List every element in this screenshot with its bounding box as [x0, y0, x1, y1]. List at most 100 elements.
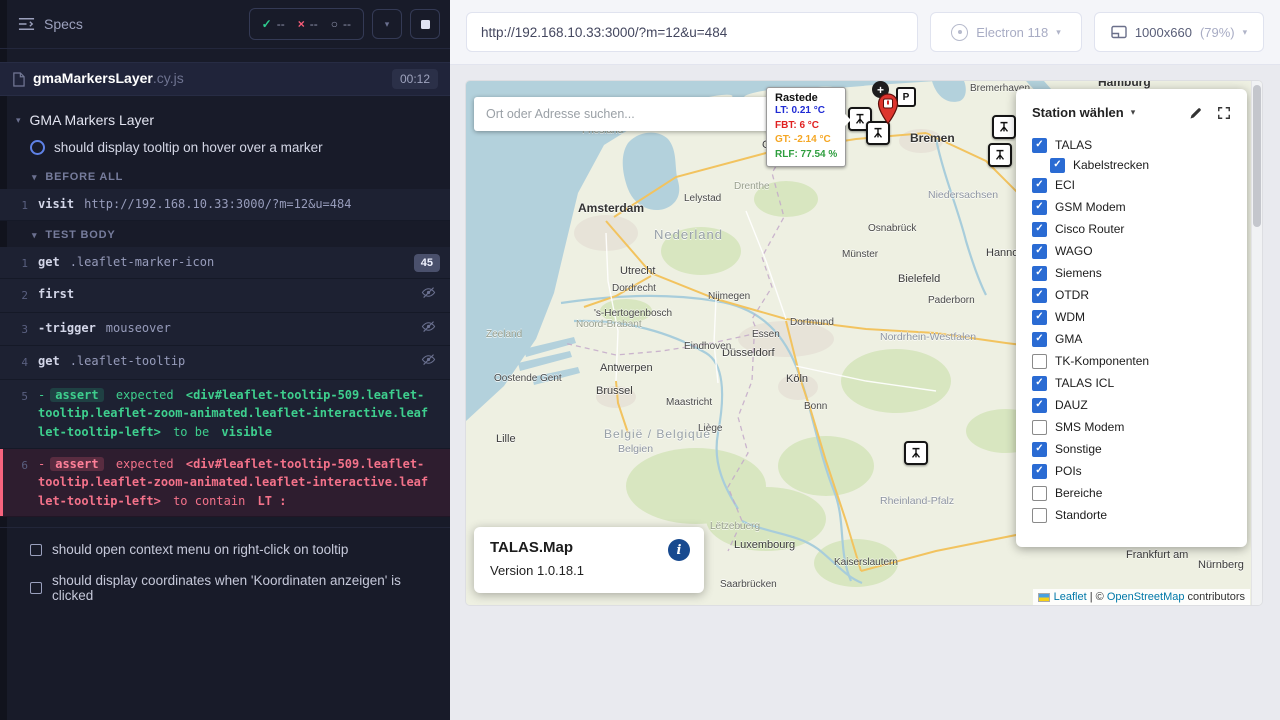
map-label: Essen — [752, 329, 780, 340]
test-context-menu[interactable]: should open context menu on right-click … — [0, 534, 450, 565]
marker-tooltip[interactable]: Rastede LT: 0.21 °C FBT: 6 °C GT: -2.14 … — [766, 87, 846, 167]
layer-checkbox-pois[interactable]: POIs — [1032, 460, 1231, 482]
layer-checkbox-sonstige[interactable]: Sonstige — [1032, 438, 1231, 460]
map-label: Niedersachsen — [928, 189, 998, 201]
command-visit[interactable]: 1 visit http://192.168.10.33:3000/?m=12&… — [0, 189, 450, 221]
test-should-display-tooltip[interactable]: should display tooltip on hover over a m… — [0, 134, 450, 163]
specs-label: Specs — [44, 16, 83, 32]
checkbox-icon[interactable] — [1032, 486, 1047, 501]
checkbox-icon[interactable] — [1032, 464, 1047, 479]
command-first[interactable]: 2 first — [0, 279, 450, 313]
edit-pencil-icon[interactable] — [1189, 106, 1203, 120]
spec-extension: .cy.js — [153, 70, 184, 86]
runner-toolbar: Specs ✓ -- × -- ○ -- — [0, 0, 450, 49]
command-get-marker-icon[interactable]: 1 get .leaflet-marker-icon 45 — [0, 247, 450, 279]
tooltip-value-lt: LT: 0.21 °C — [775, 104, 837, 119]
viewport-size: 1000x660 — [1135, 25, 1192, 40]
viewport-icon — [1111, 25, 1127, 40]
layer-checkbox-eci[interactable]: ECI — [1032, 174, 1231, 196]
running-spinner-icon — [30, 140, 45, 155]
info-icon[interactable]: i — [668, 539, 690, 561]
checkbox-icon[interactable] — [1032, 376, 1047, 391]
checkbox-icon[interactable] — [1032, 222, 1047, 237]
station-marker[interactable] — [904, 441, 928, 465]
section-before-all[interactable]: ▾ BEFORE ALL — [0, 163, 450, 189]
browser-selector[interactable]: Electron 118 ▾ — [930, 12, 1082, 52]
station-tower-icon — [909, 446, 923, 460]
leaflet-link[interactable]: Leaflet — [1054, 591, 1087, 603]
stop-run-button[interactable] — [410, 9, 440, 39]
layer-checkbox-gma[interactable]: GMA — [1032, 328, 1231, 350]
layer-checkbox-tk-komponenten[interactable]: TK-Komponenten — [1032, 350, 1231, 372]
map-label: Dordrecht — [612, 283, 656, 294]
fullscreen-icon[interactable] — [1217, 106, 1231, 120]
layer-checkbox-cisco-router[interactable]: Cisco Router — [1032, 218, 1231, 240]
map-attribution: Leaflet | © OpenStreetMap contributors — [1033, 589, 1250, 605]
map-label: Zeeland — [486, 329, 522, 340]
collapse-all-button[interactable]: ▾ — [372, 9, 402, 39]
suite-title: GMA Markers Layer — [30, 112, 154, 128]
chevron-down-icon[interactable]: ▾ — [1131, 108, 1136, 117]
red-pin-icon — [876, 93, 900, 125]
map-canvas[interactable]: Hamburg Bremerhaven Groningen Friesland … — [466, 81, 1262, 605]
checkbox-icon[interactable] — [1050, 158, 1065, 173]
red-alert-marker[interactable] — [876, 93, 900, 130]
map-label: Bremen — [910, 131, 955, 145]
checkbox-icon[interactable] — [1032, 200, 1047, 215]
checkbox-icon[interactable] — [1032, 288, 1047, 303]
app-version: Version 1.0.18.1 — [490, 563, 688, 578]
checkbox-icon[interactable] — [1032, 266, 1047, 281]
map-label: Lëtzebuerg — [710, 521, 760, 532]
layer-checkbox-kabelstrecken[interactable]: Kabelstrecken — [1032, 156, 1231, 174]
layer-checkbox-standorte[interactable]: Standorte — [1032, 504, 1231, 526]
command-assert-visible[interactable]: 5 -assert expected <div#leaflet-tooltip-… — [0, 380, 450, 449]
checkbox-icon[interactable] — [1032, 178, 1047, 193]
layer-checkbox-wdm[interactable]: WDM — [1032, 306, 1231, 328]
layer-checkbox-talas[interactable]: TALAS — [1032, 134, 1231, 156]
aut-viewport: Hamburg Bremerhaven Groningen Friesland … — [450, 65, 1280, 720]
pending-tests: should open context menu on right-click … — [0, 527, 450, 611]
layer-panel-header: Station wählen ▾ — [1032, 105, 1231, 120]
station-marker[interactable] — [992, 115, 1016, 139]
scrollbar-thumb[interactable] — [1253, 85, 1261, 227]
station-tower-icon — [997, 120, 1011, 134]
station-marker[interactable] — [988, 143, 1012, 167]
checkbox-icon[interactable] — [1032, 354, 1047, 369]
map-label: Lelystad — [684, 193, 721, 204]
section-test-body[interactable]: ▾ TEST BODY — [0, 221, 450, 247]
layer-checkbox-wago[interactable]: WAGO — [1032, 240, 1231, 262]
map-label: Bielefeld — [898, 273, 940, 285]
map-label: Noord-Brabant — [576, 319, 642, 330]
layer-checkbox-siemens[interactable]: Siemens — [1032, 262, 1231, 284]
checkbox-icon[interactable] — [1032, 508, 1047, 523]
checkbox-icon[interactable] — [1032, 398, 1047, 413]
layer-checkbox-talas-icl[interactable]: TALAS ICL — [1032, 372, 1231, 394]
spec-file-row[interactable]: gmaMarkersLayer.cy.js 00:12 — [0, 62, 450, 96]
station-tower-icon — [993, 148, 1007, 162]
layer-checkbox-otdr[interactable]: OTDR — [1032, 284, 1231, 306]
test-coordinates[interactable]: should display coordinates when 'Koordin… — [0, 565, 450, 611]
layer-checkbox-gsm-modem[interactable]: GSM Modem — [1032, 196, 1231, 218]
suite-gma-markers-layer[interactable]: ▾ GMA Markers Layer — [0, 102, 450, 134]
station-select-dropdown[interactable]: Station wählen — [1032, 105, 1124, 120]
map-label: Utrecht — [620, 265, 655, 277]
command-get-tooltip[interactable]: 4 get .leaflet-tooltip — [0, 346, 450, 380]
checkbox-icon[interactable] — [1032, 442, 1047, 457]
checkbox-icon[interactable] — [1032, 244, 1047, 259]
url-bar[interactable]: http://192.168.10.33:3000/?m=12&u=484 — [466, 12, 918, 52]
map-label: 's-Hertogenbosch — [594, 308, 672, 319]
layer-checkbox-bereiche[interactable]: Bereiche — [1032, 482, 1231, 504]
checkbox-icon[interactable] — [1032, 420, 1047, 435]
map-label: Brussel — [596, 385, 633, 397]
command-trigger-mouseover[interactable]: 3 -trigger mouseover — [0, 313, 450, 347]
checkbox-icon[interactable] — [1032, 332, 1047, 347]
osm-link[interactable]: OpenStreetMap — [1107, 591, 1185, 603]
specs-list-icon — [18, 17, 35, 31]
checkbox-icon[interactable] — [1032, 310, 1047, 325]
specs-toggle-button[interactable]: Specs — [18, 16, 83, 32]
checkbox-icon[interactable] — [1032, 138, 1047, 153]
command-assert-contain-failed[interactable]: 6 -assert expected <div#leaflet-tooltip-… — [0, 449, 450, 518]
layer-checkbox-sms-modem[interactable]: SMS Modem — [1032, 416, 1231, 438]
viewport-selector[interactable]: 1000x660 (79%) ▾ — [1094, 12, 1264, 52]
layer-checkbox-dauz[interactable]: DAUZ — [1032, 394, 1231, 416]
